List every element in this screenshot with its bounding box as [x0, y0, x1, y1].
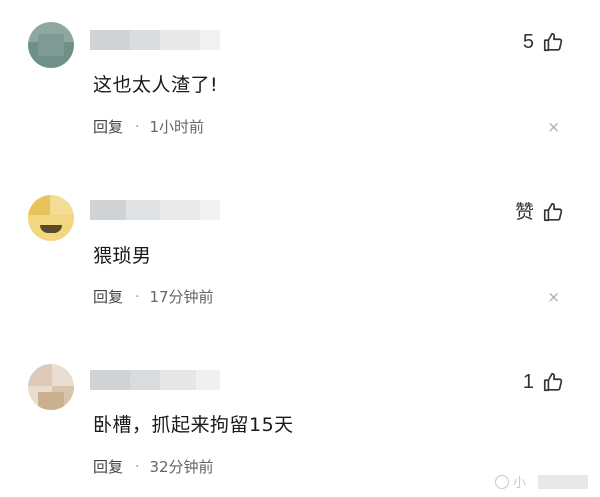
username-blurred[interactable]	[90, 30, 220, 50]
timestamp: 32分钟前	[149, 458, 214, 476]
watermark: 小	[494, 472, 588, 491]
timestamp: 1小时前	[149, 118, 205, 136]
timestamp: 17分钟前	[149, 288, 214, 306]
like-button[interactable]: 5	[523, 30, 564, 54]
watermark-icon	[494, 474, 509, 489]
thumbs-up-icon	[543, 32, 563, 52]
comment-meta: 回复 · 32分钟前	[93, 456, 214, 477]
comment-text: 这也太人渣了!	[93, 74, 219, 96]
username-blurred[interactable]	[90, 370, 220, 390]
comment-meta: 回复 · 1小时前	[93, 116, 204, 137]
like-label: 赞	[514, 201, 534, 223]
comment-text: 猥琐男	[93, 245, 152, 267]
avatar[interactable]	[28, 195, 74, 241]
thumbs-up-icon	[543, 202, 563, 222]
separator: ·	[135, 118, 140, 135]
watermark-text: 小	[512, 476, 526, 491]
reply-button[interactable]: 回复	[93, 456, 123, 477]
close-icon[interactable]: ×	[547, 288, 560, 306]
like-button[interactable]: 1	[523, 370, 564, 394]
avatar[interactable]	[28, 364, 74, 410]
like-count: 5	[522, 31, 534, 53]
reply-button[interactable]: 回复	[93, 116, 123, 137]
thumbs-up-icon	[543, 372, 563, 392]
separator: ·	[135, 458, 140, 475]
close-icon[interactable]: ×	[547, 118, 560, 136]
watermark-blurred	[538, 474, 588, 489]
like-button[interactable]: 赞	[515, 200, 564, 224]
username-blurred[interactable]	[90, 200, 220, 220]
avatar[interactable]	[28, 22, 74, 68]
comment-meta: 回复 · 17分钟前	[93, 286, 214, 307]
like-count: 1	[522, 371, 534, 393]
reply-button[interactable]: 回复	[93, 286, 123, 307]
comment-text: 卧槽，抓起来拘留15天	[93, 414, 294, 436]
separator: ·	[135, 288, 140, 305]
